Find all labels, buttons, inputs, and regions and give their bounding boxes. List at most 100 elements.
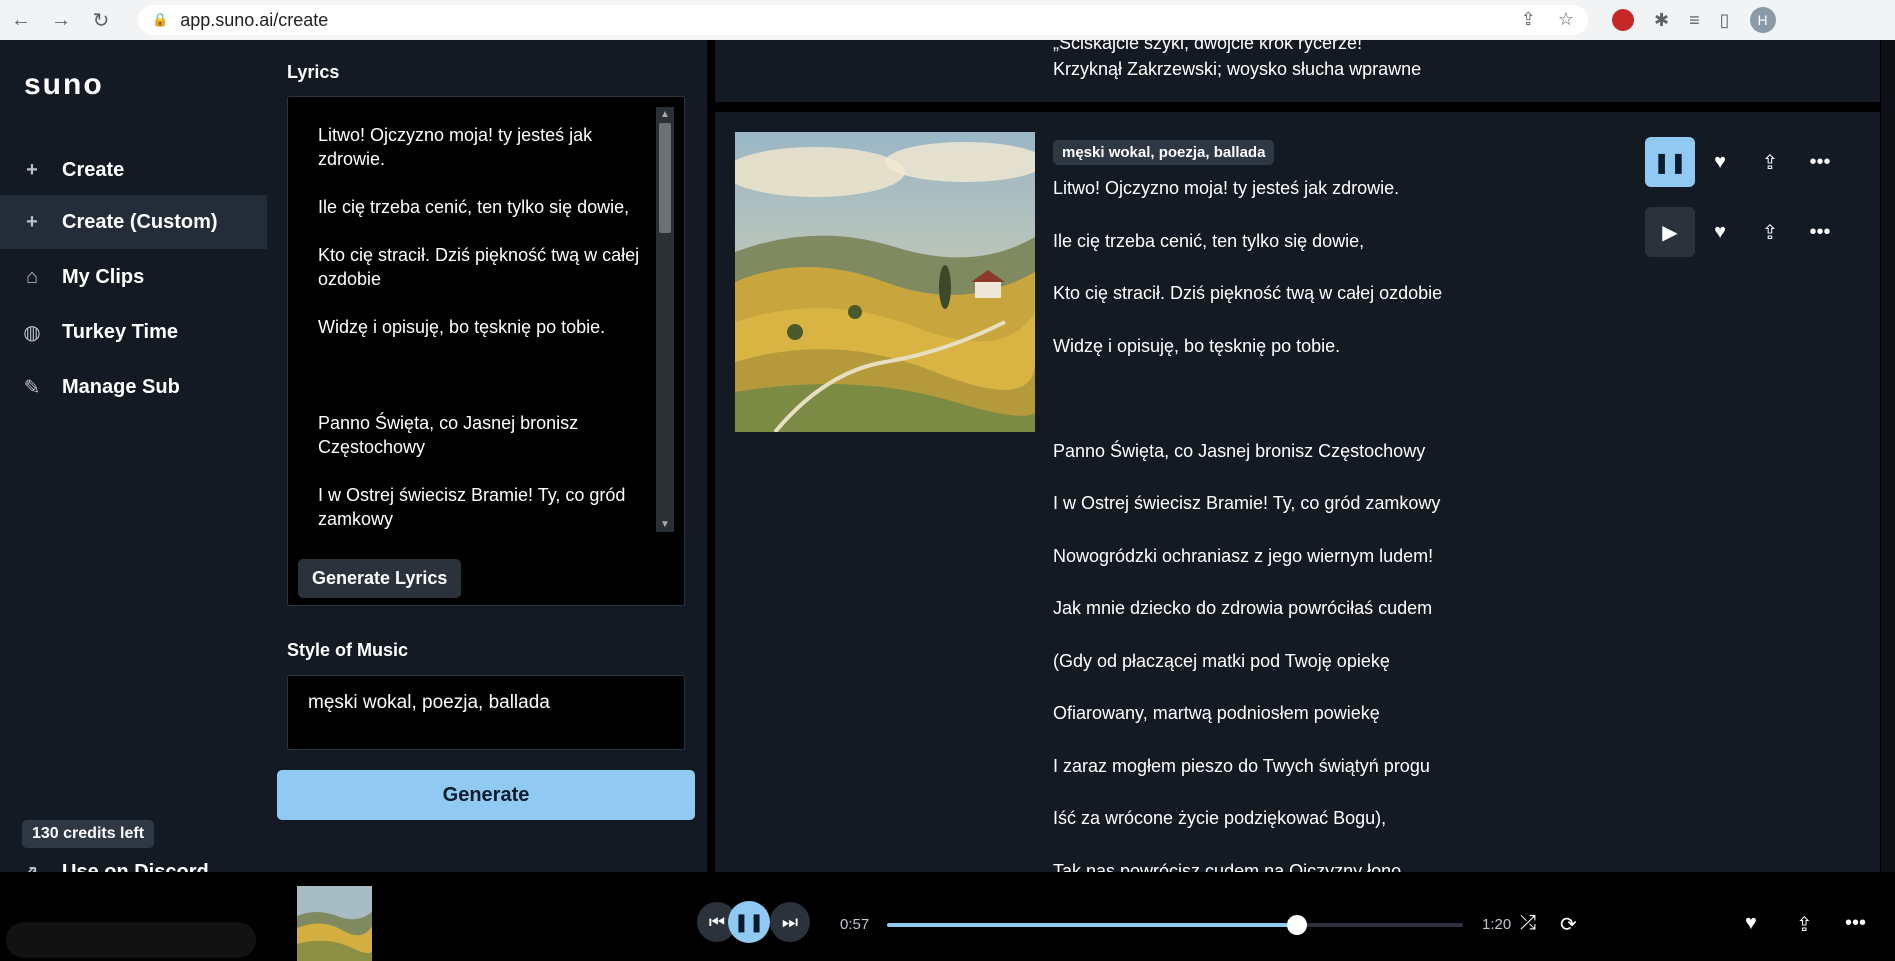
more-icon: ••• [1809,150,1831,173]
landscape-thumbnail [297,886,372,961]
clip-lyric-line: Tak nas powrócisz cudem na Ojczyzny łono [1053,860,1402,873]
sidebar-item-turkey-time[interactable]: ◍ Turkey Time [0,305,267,359]
side-panel-icon[interactable]: ▯ [1720,10,1730,31]
play-button[interactable]: ▶ [1645,207,1695,257]
share-page-icon[interactable]: ⇪ [1521,9,1536,30]
progress-knob[interactable] [1287,915,1308,935]
clip-cover-image[interactable] [735,132,1035,432]
now-playing-cover[interactable] [297,886,372,961]
clip-lyrics: Litwo! Ojczyzno moja! ty jesteś jak zdro… [1053,176,1442,872]
shuffle-icon[interactable]: ⤮ [1520,912,1536,935]
clip-lyric-line: I w Ostrej świecisz Bramie! Ty, co gród … [1053,493,1441,513]
more-icon[interactable]: ••• [1845,912,1866,935]
total-time: 1:20 [1482,916,1512,933]
lyrics-scrollbar[interactable]: ▲ ▼ [656,107,674,532]
more-icon: ••• [1809,220,1831,243]
skip-back-icon: ⏮ [708,911,726,932]
scroll-down-icon[interactable]: ▼ [656,519,674,530]
home-icon: ⌂ [25,265,39,288]
bottom-player: ⏮ ❚❚ ⏭ 0:57 1:20 ⤮ ⟳ ♥ ⇪ ••• [0,872,1895,961]
sidebar-item-manage-sub[interactable]: ✎ Manage Sub [0,360,267,414]
heart-icon: ♥ [1714,150,1726,173]
lyrics-label: Lyrics [287,62,340,82]
generate-lyrics-button[interactable]: Generate Lyrics [298,559,462,598]
redacted-area [6,922,256,958]
lock-icon: 🔒 [152,12,169,27]
more-button[interactable]: ••• [1795,137,1845,187]
share-icon: ⇪ [1761,221,1779,244]
extensions-area: ✱ ≡ ▯ H [1612,7,1776,33]
media-queue-icon[interactable]: ≡ [1689,10,1700,31]
sidebar-item-label: My Clips [62,265,145,288]
clip-lyric-line: Ile cię trzeba cenić, ten tylko się dowi… [1053,230,1365,251]
lyrics-textarea[interactable]: Litwo! Ojczyzno moja! ty jesteś jak zdro… [298,107,668,557]
clip-lyric-line: (Gdy od płaczącej matki pod Twoję opiekę [1053,650,1390,671]
more-button[interactable]: ••• [1795,207,1845,257]
style-label: Style of Music [287,640,409,660]
browser-toolbar: ← → ↻ 🔒 app.suno.ai/create ⇪ ☆ ✱ ≡ ▯ H [0,0,1895,40]
sidebar-item-label: Manage Sub [62,375,180,398]
share-icon[interactable]: ⇪ [1796,912,1813,937]
like-button[interactable]: ♥ [1695,137,1745,187]
omnibox-icons: ⇪ ☆ [1521,9,1574,30]
heart-icon[interactable]: ♥ [1745,912,1757,935]
share-icon: ⇪ [1761,151,1779,174]
pause-icon: ❚❚ [733,911,765,932]
sidebar-item-create[interactable]: + Create [0,143,267,197]
clip-lyric-line: Iść za wrócone życie podziękować Bogu), [1053,808,1387,828]
progress-slider[interactable] [887,915,1463,935]
clip-lyric-line: Panno Święta, co Jasnej bronisz Częstoch… [1053,440,1426,461]
page-scrollbar[interactable] [1881,40,1895,872]
like-button[interactable]: ♥ [1695,207,1745,257]
plus-icon: + [26,158,38,181]
sidebar-item-label: Create (Custom) [62,210,218,233]
pause-button[interactable]: ❚❚ [1645,137,1695,187]
bookmark-star-icon[interactable]: ☆ [1558,9,1574,30]
profile-avatar[interactable]: H [1749,7,1776,33]
clip-lyric-line: Krzyknął Zakrzewski; woysko słucha wpraw… [1053,59,1422,79]
clip-actions-1: ❚❚ ♥ ⇪ ••• [1645,137,1845,187]
suno-logo[interactable]: suno [24,68,104,102]
puzzle-icon[interactable]: ✱ [1654,10,1669,31]
sidebar-item-create-custom[interactable]: + Create (Custom) [0,195,267,249]
globe-icon: ◍ [23,321,41,344]
play-icon: ▶ [1662,221,1678,244]
clip-actions-2: ▶ ♥ ⇪ ••• [1645,207,1845,257]
style-tag[interactable]: męski wokal, poezja, ballada [1053,140,1275,165]
address-bar[interactable]: 🔒 app.suno.ai/create ⇪ ☆ [138,5,1588,35]
clip-lyric-line: Widzę i opisuję, bo tęsknię po tobie. [1053,335,1341,356]
clip-lyric-line: Kto cię stracił. Dziś piękność twą w cał… [1053,283,1443,303]
back-icon[interactable]: ← [10,9,32,32]
current-time: 0:57 [840,916,870,933]
clip-lyric-line: I zaraz mogłem pieszo do Twych świątyń p… [1053,755,1430,776]
player-pause-button[interactable]: ❚❚ [728,901,770,943]
reload-icon[interactable]: ↻ [90,8,112,33]
extension-icon[interactable] [1612,9,1634,31]
scrollbar-thumb[interactable] [659,123,671,233]
generate-button[interactable]: Generate [277,770,695,820]
browser-nav: ← → ↻ [0,8,112,33]
clip-card: męski wokal, poezja, ballada Litwo! Ojcz… [715,112,1880,872]
clip-lyric-line [1053,386,1442,439]
clip-lyric-line: Jak mnie dziecko do zdrowia powróciłaś c… [1053,598,1433,618]
sidebar-item-my-clips[interactable]: ⌂ My Clips [0,250,267,304]
lyrics-text: Litwo! Ojczyzno moja! ty jesteś jak zdro… [318,125,640,529]
landscape-illustration [735,132,1035,432]
repeat-icon[interactable]: ⟳ [1560,912,1577,937]
edit-icon: ✎ [23,376,41,399]
style-input[interactable]: męski wokal, poezja, ballada [287,675,685,750]
sidebar-item-label: Create [62,158,125,181]
clip-lyric-line: Ofiarowany, martwą podniosłem powiekę [1053,703,1380,723]
share-button[interactable]: ⇪ [1745,207,1795,257]
plus-icon: + [26,210,38,233]
clip-lyric-line: Nowogródzki ochraniasz z jego wiernym lu… [1053,545,1434,566]
next-track-button[interactable]: ⏭ [770,902,810,942]
scroll-up-icon[interactable]: ▲ [656,109,674,120]
lyrics-panel: Litwo! Ojczyzno moja! ty jesteś jak zdro… [287,96,685,606]
sidebar: suno + Create + Create (Custom) ⌂ My Cli… [0,40,267,884]
pause-icon: ❚❚ [1653,151,1687,174]
url-text: app.suno.ai/create [180,9,329,30]
create-form: Lyrics Litwo! Ojczyzno moja! ty jesteś j… [267,40,707,872]
forward-icon[interactable]: → [50,9,72,32]
share-button[interactable]: ⇪ [1745,137,1795,187]
